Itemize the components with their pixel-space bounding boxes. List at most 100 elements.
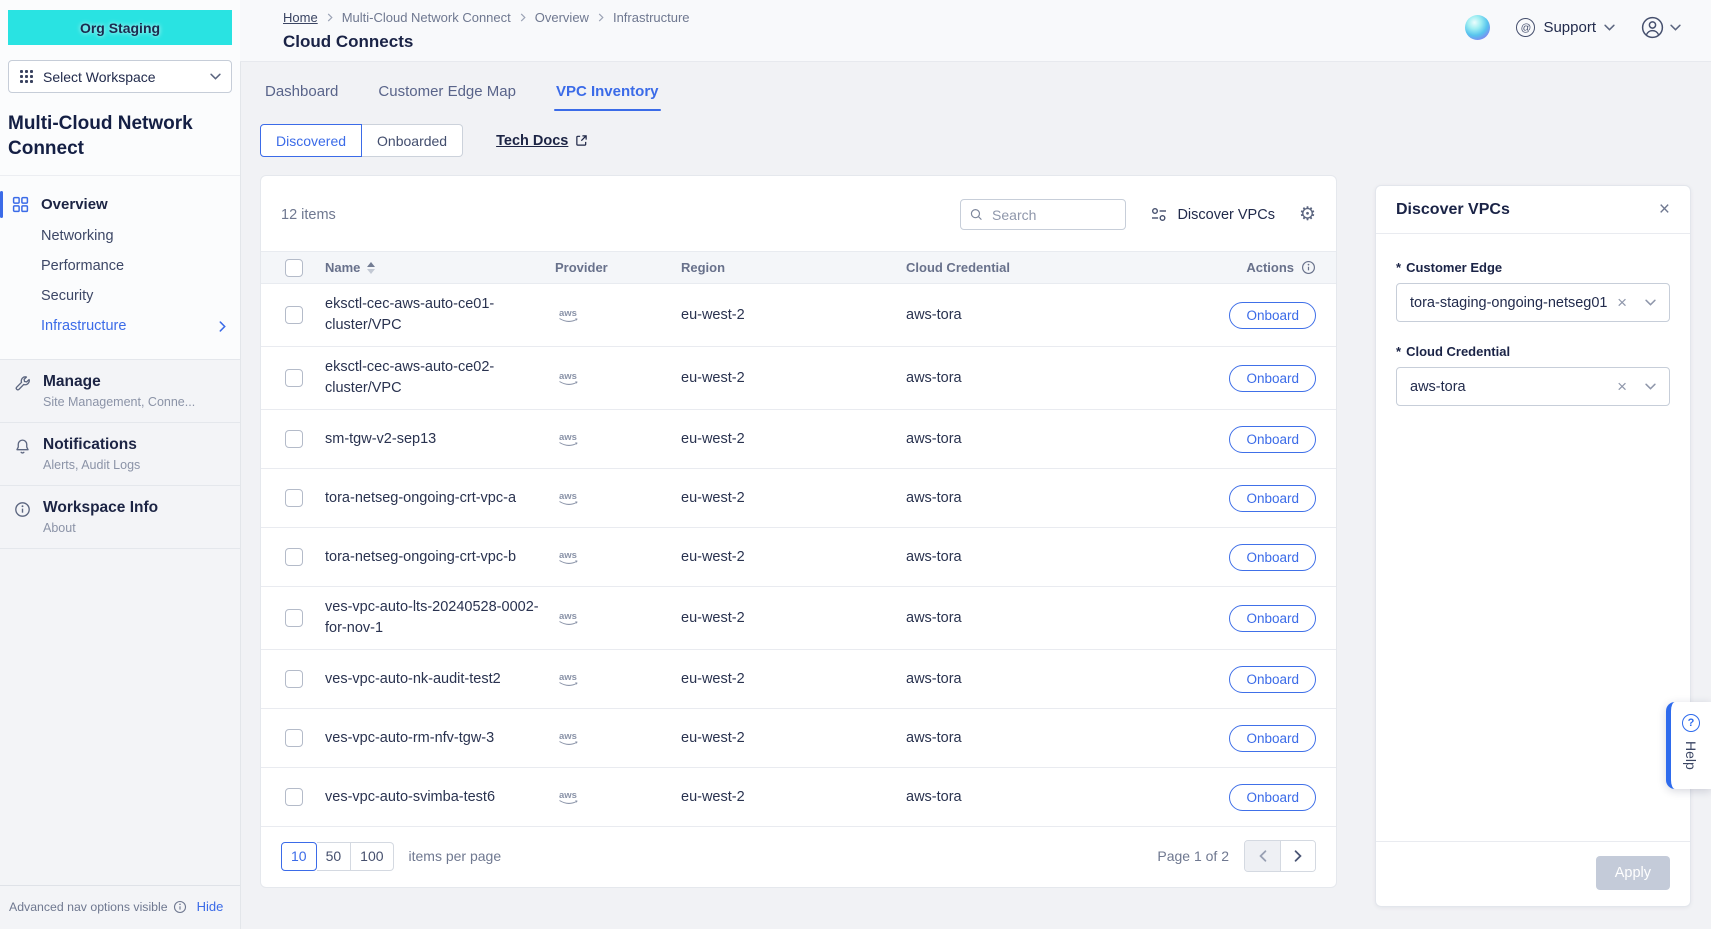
table-row: ves-vpc-auto-lts-20240528-0002-for-nov-1… bbox=[261, 587, 1336, 650]
sidebar-item-infrastructure[interactable]: Infrastructure bbox=[0, 311, 240, 341]
svg-text:aws: aws bbox=[559, 672, 577, 683]
sidebar: Org Staging Select Workspace Multi-Cloud… bbox=[0, 0, 241, 929]
ai-assistant-icon[interactable] bbox=[1465, 15, 1490, 40]
onboard-button[interactable]: Onboard bbox=[1229, 485, 1316, 512]
sidebar-item-notifications[interactable]: Notifications Alerts, Audit Logs bbox=[0, 422, 240, 485]
discover-vpcs-button[interactable]: Discover VPCs bbox=[1150, 207, 1275, 223]
region-cell: eu-west-2 bbox=[681, 370, 906, 386]
sidebar-item-manage[interactable]: Manage Site Management, Conne... bbox=[0, 359, 240, 422]
page-size-50[interactable]: 50 bbox=[317, 842, 352, 871]
workspace-selector[interactable]: Select Workspace bbox=[8, 60, 232, 93]
vpc-name-cell: sm-tgw-v2-sep13 bbox=[325, 419, 555, 460]
vpc-name-cell: eksctl-cec-aws-auto-ce02-cluster/VPC bbox=[325, 347, 555, 409]
onboard-button[interactable]: Onboard bbox=[1229, 605, 1316, 632]
cloud-credential-cell: aws-tora bbox=[906, 730, 1136, 746]
close-icon[interactable]: × bbox=[1659, 200, 1670, 219]
cloud-credential-cell: aws-tora bbox=[906, 789, 1136, 805]
support-icon: @ bbox=[1516, 18, 1535, 37]
sidebar-section-sublabel: Alerts, Audit Logs bbox=[43, 458, 140, 472]
region-cell: eu-west-2 bbox=[681, 307, 906, 323]
row-checkbox[interactable] bbox=[285, 548, 303, 566]
customer-edge-select[interactable]: tora-staging-ongoing-netseg01 × bbox=[1396, 283, 1670, 322]
table-row: tora-netseg-ongoing-crt-vpc-b aws eu-wes… bbox=[261, 528, 1336, 587]
breadcrumb-home-link[interactable]: Home bbox=[283, 10, 318, 25]
app-root: Org Staging Select Workspace Multi-Cloud… bbox=[0, 0, 1711, 929]
active-indicator bbox=[0, 191, 3, 218]
help-tab[interactable]: ? Help bbox=[1666, 702, 1711, 789]
cloud-credential-cell: aws-tora bbox=[906, 370, 1136, 386]
vpc-name-cell: ves-vpc-auto-rm-nfv-tgw-3 bbox=[325, 718, 555, 759]
tab-customer-edge-map[interactable]: Customer Edge Map bbox=[363, 75, 531, 111]
aws-provider-icon: aws bbox=[555, 490, 582, 507]
sidebar-item-security[interactable]: Security bbox=[0, 281, 240, 311]
chevron-right-icon bbox=[520, 13, 526, 22]
bell-icon bbox=[14, 436, 31, 472]
row-checkbox[interactable] bbox=[285, 670, 303, 688]
svg-text:aws: aws bbox=[559, 611, 577, 622]
tab-dashboard[interactable]: Dashboard bbox=[250, 75, 353, 111]
row-checkbox[interactable] bbox=[285, 369, 303, 387]
org-banner: Org Staging bbox=[8, 10, 232, 45]
vpc-name-cell: ves-vpc-auto-svimba-test6 bbox=[325, 777, 555, 818]
column-header-actions: Actions bbox=[1246, 260, 1294, 275]
apply-button[interactable]: Apply bbox=[1596, 856, 1670, 890]
onboard-button[interactable]: Onboard bbox=[1229, 725, 1316, 752]
onboard-button[interactable]: Onboard bbox=[1229, 666, 1316, 693]
onboard-button[interactable]: Onboard bbox=[1229, 544, 1316, 571]
cloud-credential-cell: aws-tora bbox=[906, 490, 1136, 506]
sidebar-nav: Overview Networking Performance Security… bbox=[0, 175, 240, 359]
hide-link[interactable]: Hide bbox=[197, 899, 224, 914]
clear-icon[interactable]: × bbox=[1617, 378, 1627, 395]
toggle-discovered[interactable]: Discovered bbox=[260, 124, 362, 157]
page-size-100[interactable]: 100 bbox=[351, 842, 393, 871]
sidebar-item-performance[interactable]: Performance bbox=[0, 251, 240, 281]
gear-icon[interactable]: ⚙ bbox=[1299, 205, 1316, 224]
previous-page-button[interactable] bbox=[1245, 841, 1280, 871]
field-label-text: Cloud Credential bbox=[1406, 344, 1510, 359]
sidebar-item-workspace-info[interactable]: Workspace Info About bbox=[0, 485, 240, 548]
column-header-name[interactable]: Name bbox=[325, 260, 360, 275]
region-cell: eu-west-2 bbox=[681, 789, 906, 805]
items-count: 12 items bbox=[281, 207, 336, 223]
clear-icon[interactable]: × bbox=[1617, 294, 1627, 311]
toggle-onboarded[interactable]: Onboarded bbox=[362, 124, 463, 157]
table-row: tora-netseg-ongoing-crt-vpc-a aws eu-wes… bbox=[261, 469, 1336, 528]
row-checkbox[interactable] bbox=[285, 489, 303, 507]
onboard-button[interactable]: Onboard bbox=[1229, 426, 1316, 453]
account-menu[interactable] bbox=[1641, 16, 1681, 39]
row-checkbox[interactable] bbox=[285, 788, 303, 806]
onboard-button[interactable]: Onboard bbox=[1229, 302, 1316, 329]
row-checkbox[interactable] bbox=[285, 609, 303, 627]
field-label-text: Customer Edge bbox=[1406, 260, 1502, 275]
panel-footer: Apply bbox=[1376, 841, 1690, 906]
region-cell: eu-west-2 bbox=[681, 730, 906, 746]
cloud-credential-value: aws-tora bbox=[1410, 379, 1466, 395]
page-size-10[interactable]: 10 bbox=[281, 842, 317, 871]
product-title: Multi-Cloud Network Connect bbox=[8, 111, 232, 161]
tab-vpc-inventory[interactable]: VPC Inventory bbox=[541, 75, 674, 111]
tech-docs-link[interactable]: Tech Docs bbox=[496, 133, 588, 149]
sidebar-item-networking[interactable]: Networking bbox=[0, 221, 240, 251]
row-checkbox[interactable] bbox=[285, 430, 303, 448]
info-circle-icon[interactable] bbox=[1301, 260, 1316, 275]
onboard-button[interactable]: Onboard bbox=[1229, 784, 1316, 811]
support-menu[interactable]: @ Support bbox=[1516, 18, 1615, 37]
select-all-checkbox[interactable] bbox=[285, 259, 303, 277]
sidebar-item-overview[interactable]: Overview bbox=[0, 188, 240, 221]
column-header-region: Region bbox=[681, 260, 906, 275]
sort-icon[interactable] bbox=[367, 262, 375, 274]
chevron-right-icon bbox=[598, 13, 604, 22]
discovered-onboarded-toggle: Discovered Onboarded bbox=[260, 124, 463, 157]
search-input[interactable] bbox=[990, 206, 1116, 224]
sidebar-item-label: Performance bbox=[41, 258, 124, 274]
info-circle-icon bbox=[173, 900, 187, 914]
row-checkbox[interactable] bbox=[285, 729, 303, 747]
info-circle-icon bbox=[14, 499, 31, 535]
next-page-button[interactable] bbox=[1280, 841, 1315, 871]
cloud-credential-select[interactable]: aws-tora × bbox=[1396, 367, 1670, 406]
vpc-name-cell: tora-netseg-ongoing-crt-vpc-b bbox=[325, 537, 555, 578]
onboard-button[interactable]: Onboard bbox=[1229, 365, 1316, 392]
chevron-down-icon bbox=[1645, 299, 1656, 306]
row-checkbox[interactable] bbox=[285, 306, 303, 324]
sidebar-section-label: Manage bbox=[43, 373, 195, 391]
